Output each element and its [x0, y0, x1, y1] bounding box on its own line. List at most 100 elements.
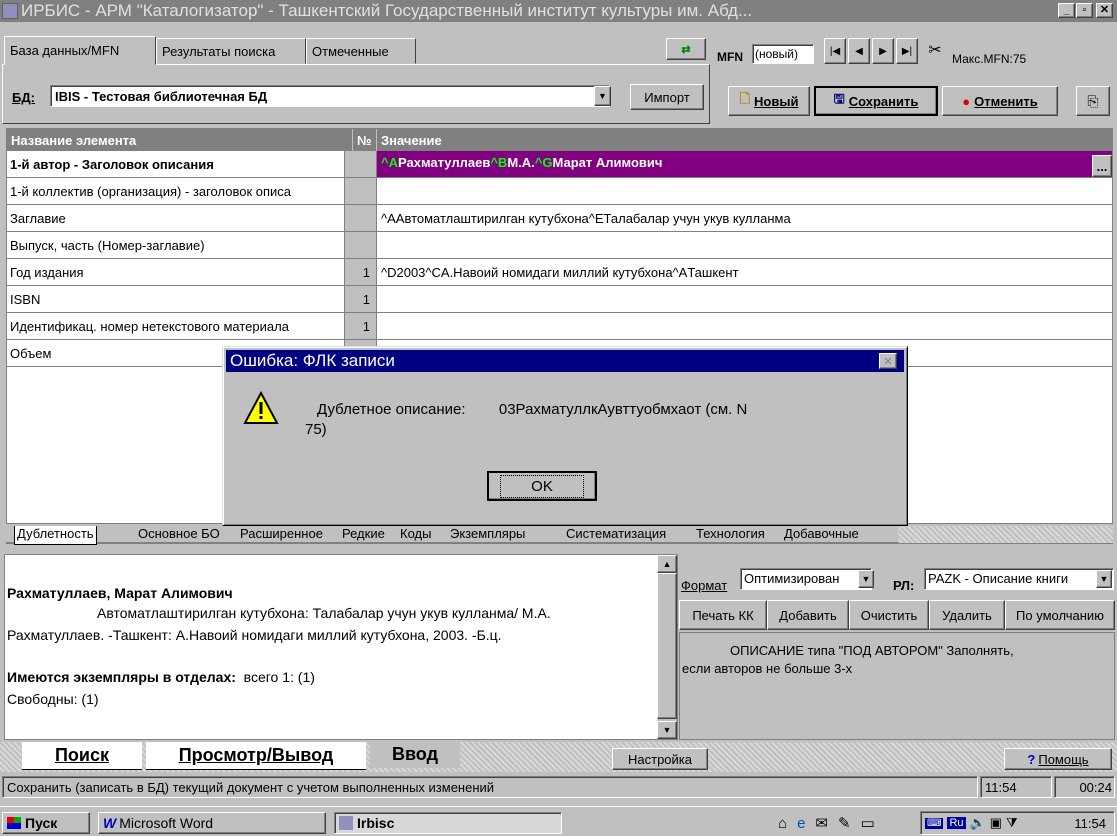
last-record-icon[interactable]: ▶| [896, 38, 918, 64]
title-bar: ИРБИС - АРМ "Каталогизатор" - Ташкентски… [0, 0, 1117, 22]
dialog-title-bar: Ошибка: ФЛК записи [226, 350, 904, 372]
new-button[interactable]: 🗋 Новый [728, 86, 810, 116]
windows-logo-icon [7, 817, 21, 829]
mfn-label: MFN [717, 50, 743, 64]
prev-record-icon[interactable]: ◀ [848, 38, 870, 64]
cancel-button[interactable]: ● Отменить [942, 86, 1058, 116]
mfn-input[interactable]: (новый) [752, 44, 814, 64]
chevron-down-icon[interactable]: ▼ [858, 570, 874, 588]
new-doc-icon: 🗋 [739, 91, 751, 106]
preview-line1: Автоматлаштирилган кутубхона: Талабалар … [97, 605, 551, 621]
table-row[interactable]: Заглавие ^AАвтоматлаштирилган кутубхона^E… [7, 205, 1112, 232]
status-time: 11:54 [980, 776, 1052, 798]
maximize-icon[interactable]: ▫ [1076, 3, 1093, 18]
volume-icon[interactable]: 🔈 [970, 815, 986, 831]
preview-panel: Рахматуллаев, Марат Алимович Автоматлашт… [4, 554, 678, 740]
description-line2: если авторов не больше 3-х [682, 661, 853, 676]
ok-button[interactable]: OK [487, 471, 597, 501]
tab-marked[interactable]: Отмеченные [306, 38, 416, 64]
table-row[interactable]: 1-й коллектив (организация) - заголовок … [7, 178, 1112, 205]
word-icon: W [103, 815, 117, 831]
preview-line2: Рахматуллаев. -Ташкент: А.Навоий номидаг… [7, 627, 502, 643]
clear-button[interactable]: Очистить [849, 600, 929, 630]
copy-record-icon[interactable]: ⎘ [1076, 86, 1110, 116]
format-select[interactable]: Оптимизирован [740, 568, 872, 590]
irbis-icon [339, 816, 353, 830]
dialog-message-cont: 75) [305, 421, 327, 438]
close-icon[interactable]: ✕ [879, 353, 897, 369]
next-record-icon[interactable]: ▶ [872, 38, 894, 64]
import-button[interactable]: Импорт [630, 84, 704, 110]
preview-scrollbar[interactable]: ▲ ▼ [657, 555, 677, 739]
help-button[interactable]: ? Помощь [1004, 748, 1112, 770]
first-record-icon[interactable]: |◀ [824, 38, 846, 64]
cancel-icon: ● [962, 93, 971, 109]
tab-technology[interactable]: Технология [696, 526, 765, 544]
delete-button[interactable]: Удалить [929, 600, 1005, 630]
tab-codes[interactable]: Коды [400, 526, 431, 544]
tab-search-results[interactable]: Результаты поиска [156, 38, 306, 64]
tab-doublet[interactable]: Дублетность [14, 526, 97, 545]
tab-database[interactable]: База данных/MFN [4, 36, 156, 65]
table-row[interactable]: Идентификац. номер нетекстового материал… [7, 313, 1112, 340]
tab-copies[interactable]: Экземпляры [450, 526, 525, 544]
desktop-icon[interactable]: ⌂ [778, 815, 787, 832]
ellipsis-button[interactable]: ... [1092, 155, 1112, 177]
add-button[interactable]: Добавить [767, 600, 849, 630]
help-icon: ? [1027, 751, 1036, 767]
language-indicator[interactable]: Ru [947, 817, 966, 829]
tab-strip-filler [898, 526, 1113, 543]
column-header-num[interactable]: № [353, 129, 377, 151]
close-icon[interactable]: ✕ [1096, 3, 1113, 18]
warning-icon [243, 390, 279, 425]
scheduler-icon[interactable]: ⧩ [1006, 815, 1018, 831]
print-card-button[interactable]: Печать КК [679, 600, 767, 630]
tab-basic[interactable]: Основное БО [138, 526, 220, 544]
chevron-down-icon[interactable]: ▼ [594, 86, 611, 106]
preview-holdings: Имеются экземпляры в отделах: всего 1: (… [7, 669, 315, 685]
table-row[interactable]: Год издания 1 ^D2003^CA.Навоий номидаги ми… [7, 259, 1112, 286]
default-button[interactable]: По умолчанию [1005, 600, 1115, 630]
column-header-name[interactable]: Название элемента [7, 129, 353, 151]
column-header-value[interactable]: Значение [377, 129, 1112, 151]
rl-label: РЛ: [893, 578, 915, 593]
status-elapsed: 00:24 [1054, 776, 1115, 798]
ie-icon[interactable]: e [797, 815, 805, 832]
tab-input[interactable]: Ввод [370, 740, 460, 768]
settings-button[interactable]: Настройка [612, 748, 708, 770]
taskbar-word[interactable]: W Microsoft Word [98, 812, 326, 834]
preview-author: Рахматуллаев, Марат Алимович [7, 585, 233, 601]
outlook-icon[interactable]: ✉ [815, 814, 828, 832]
format-label: Формат [681, 578, 728, 593]
db-select[interactable]: IBIS - Тестовая библиотечная БД [50, 85, 610, 107]
scroll-up-icon[interactable]: ▲ [657, 555, 677, 573]
drive-icon[interactable]: ▭ [861, 814, 875, 832]
system-tray: ⌨ Ru 🔈 ▣ ⧩ 11:54 [920, 811, 1115, 835]
save-icon: 🖫 [833, 91, 845, 106]
field-editor[interactable]: ^AРахматуллаев^BМ.А.^GМарат Алимович [377, 151, 1112, 177]
scroll-thumb[interactable] [657, 573, 677, 719]
multi-record-icon[interactable]: ✂ [922, 40, 948, 64]
minimize-icon[interactable]: _ [1058, 3, 1075, 18]
table-row[interactable]: Выпуск, часть (Номер-заглавие) [7, 232, 1112, 259]
network-icon[interactable]: ▣ [990, 815, 1002, 831]
input-method-icon[interactable]: ⌨ [925, 817, 944, 829]
preview-free: Свободны: (1) [7, 691, 99, 707]
tab-additional[interactable]: Добавочные [784, 526, 859, 544]
scroll-down-icon[interactable]: ▼ [657, 721, 677, 739]
tab-rare[interactable]: Редкие [342, 526, 385, 544]
tab-view-output[interactable]: Просмотр/Вывод [146, 742, 366, 770]
tab-systematization[interactable]: Систематизация [566, 526, 666, 544]
taskbar-irbis[interactable]: Irbisc [334, 812, 562, 834]
save-button[interactable]: 🖫 Сохранить [814, 86, 938, 116]
start-button[interactable]: Пуск [2, 812, 90, 834]
table-row[interactable]: 1-й автор - Заголовок описания ^AРахмату… [7, 151, 1112, 178]
chevron-down-icon[interactable]: ▼ [1096, 570, 1112, 588]
tab-extended[interactable]: Расширенное [240, 526, 323, 544]
rl-select[interactable]: PAZK - Описание книги [924, 568, 1114, 590]
table-row[interactable]: ISBN 1 [7, 286, 1112, 313]
toggle-icon[interactable]: ⇄ [666, 38, 706, 60]
tab-search[interactable]: Поиск [22, 742, 142, 770]
quicklaunch: ⌂ e ✉ ✎ ▭ [778, 812, 908, 834]
channel-icon[interactable]: ✎ [838, 814, 851, 832]
